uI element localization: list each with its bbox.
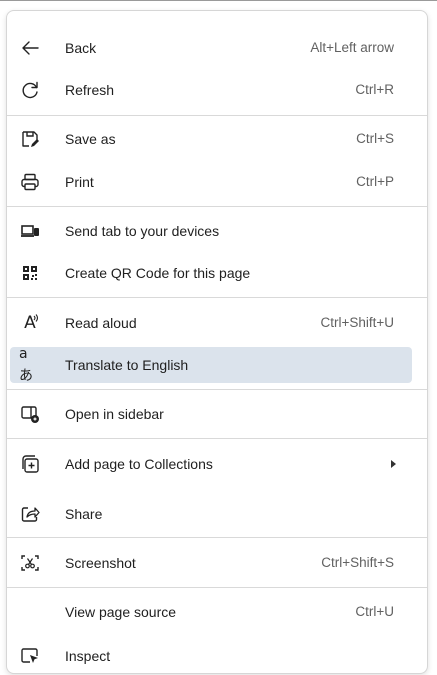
- menu-item-label: Send tab to your devices: [65, 223, 220, 239]
- menu-item-add-to-collections[interactable]: Add page to Collections: [10, 446, 412, 482]
- arrow-left-icon: [19, 37, 41, 59]
- inspect-icon: [19, 645, 41, 667]
- menu-item-shortcut: Ctrl+Shift+S: [321, 555, 394, 570]
- menu-item-translate[interactable]: aあ Translate to English: [10, 346, 412, 384]
- menu-item-label: Share: [65, 506, 103, 522]
- menu-item-screenshot[interactable]: Screenshot Ctrl+Shift+S: [10, 545, 412, 581]
- menu-item-send-tab[interactable]: Send tab to your devices: [10, 213, 412, 249]
- share-icon: [19, 503, 41, 525]
- menu-item-label: Save as: [65, 131, 116, 147]
- submenu-arrow-icon: [391, 460, 396, 468]
- save-as-icon: [19, 128, 41, 150]
- menu-item-shortcut: Alt+Left arrow: [310, 40, 394, 55]
- menu-separator: [7, 537, 427, 538]
- menu-item-share[interactable]: Share: [10, 496, 412, 532]
- menu-item-inspect[interactable]: Inspect: [10, 638, 412, 673]
- menu-item-back[interactable]: Back Alt+Left arrow: [10, 30, 412, 66]
- menu-separator: [7, 115, 427, 116]
- menu-item-shortcut: Ctrl+R: [355, 82, 394, 97]
- menu-item-qr-code[interactable]: Create QR Code for this page: [10, 255, 412, 291]
- menu-separator: [7, 297, 427, 298]
- menu-item-shortcut: Ctrl+U: [355, 604, 394, 619]
- menu-separator: [7, 438, 427, 439]
- menu-separator: [7, 206, 427, 207]
- printer-icon: [19, 171, 41, 193]
- menu-item-shortcut: Ctrl+P: [356, 174, 394, 189]
- screenshot-icon: [19, 552, 41, 574]
- menu-item-label: Back: [65, 40, 97, 56]
- translate-glyph: aあ: [19, 346, 33, 384]
- menu-item-shortcut: Ctrl+S: [356, 131, 394, 146]
- refresh-icon: [19, 79, 41, 101]
- send-devices-icon: [19, 220, 41, 242]
- menu-item-label: Inspect: [65, 648, 111, 664]
- menu-item-label: Read aloud: [65, 315, 137, 331]
- menu-item-label: Refresh: [65, 82, 115, 98]
- menu-item-view-page-source[interactable]: View page source Ctrl+U: [10, 594, 412, 630]
- sidebar-icon: [19, 403, 41, 425]
- menu-item-open-in-sidebar[interactable]: Open in sidebar: [10, 396, 412, 432]
- menu-item-label: Translate to English: [65, 357, 189, 373]
- qr-code-icon: [19, 262, 41, 284]
- context-menu: Back Alt+Left arrow Refresh Ctrl+R Save …: [6, 10, 428, 674]
- menu-item-refresh[interactable]: Refresh Ctrl+R: [10, 72, 412, 108]
- menu-item-label: Create QR Code for this page: [65, 265, 251, 281]
- menu-item-print[interactable]: Print Ctrl+P: [10, 164, 412, 200]
- menu-item-label: Print: [65, 174, 94, 190]
- menu-item-read-aloud[interactable]: A Read aloud Ctrl+Shift+U: [10, 305, 412, 341]
- menu-item-save-as[interactable]: Save as Ctrl+S: [10, 121, 412, 157]
- menu-item-label: Add page to Collections: [65, 456, 213, 472]
- translate-icon: aあ: [19, 346, 41, 384]
- menu-item-label: Open in sidebar: [65, 406, 164, 422]
- read-aloud-icon: A: [19, 312, 41, 334]
- menu-item-label: View page source: [65, 604, 177, 620]
- menu-item-label: Screenshot: [65, 555, 136, 571]
- menu-separator: [7, 587, 427, 588]
- window-edge: [0, 0, 437, 1]
- collections-icon: [19, 453, 41, 475]
- menu-item-shortcut: Ctrl+Shift+U: [320, 315, 394, 330]
- menu-separator: [7, 389, 427, 390]
